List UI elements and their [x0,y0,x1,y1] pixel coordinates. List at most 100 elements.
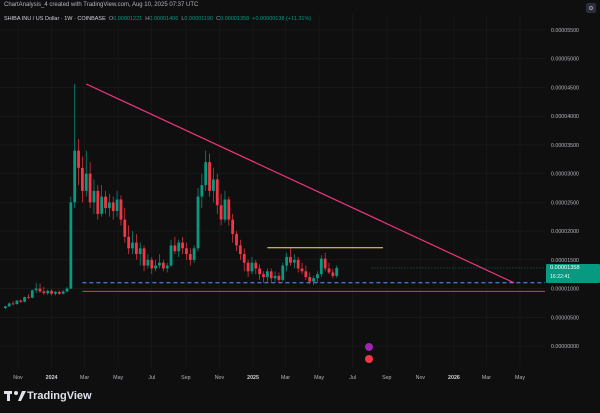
price-tick-label: 0.00000500 [551,315,579,321]
candle [73,84,77,209]
candle-body [15,300,19,305]
candle-body [319,258,323,275]
candle-body [312,278,315,282]
candle [34,282,38,294]
candle [227,196,231,226]
candle-body [134,242,138,255]
candle-body [323,258,327,269]
candle-body [123,219,127,237]
candle-body [327,268,331,273]
candle [327,262,331,275]
candle-body [65,288,69,292]
time-tick-label: Mar [482,375,491,381]
candle [3,305,7,310]
candle [92,179,96,214]
candle [15,300,19,305]
candle [212,167,215,203]
candle-body [208,162,211,191]
symbol-label[interactable]: SHIBA INU / US Dollar · 1W · COINBASE [4,16,106,22]
close-value: 0.00001358 [220,16,250,22]
candle [11,301,15,306]
candle [38,283,42,293]
candle [312,275,315,286]
candle [77,139,80,186]
candle-body [3,306,7,309]
candle [107,193,111,217]
candle [127,225,131,255]
candle [204,150,208,191]
candlestick-series [3,84,339,310]
candle [42,286,46,295]
candle-body [84,173,88,191]
event-marker-icon[interactable] [365,343,373,351]
candle-body [154,265,158,269]
price-chart[interactable]: 0.00000000 0.00000500 0.00001000 0.00001500… [0,0,600,413]
candle-body [177,242,181,252]
candle-body [192,248,196,260]
candle-body [57,291,61,294]
candle-body [242,254,246,263]
price-tick-label: 0.00002000 [551,229,579,235]
time-tick-label: 2025 [247,375,259,381]
candle-body [142,248,146,266]
candle-body [115,199,119,211]
candle-body [316,274,319,279]
candle [219,193,223,226]
candle [69,196,73,290]
candle-body [54,291,57,294]
time-tick-label: Nov [13,375,23,381]
candle [200,173,204,209]
candle-body [46,290,50,294]
candle [50,289,53,296]
candle [235,231,238,252]
candle-body [246,262,250,272]
brand-name[interactable]: TradingView [27,390,92,402]
time-tick-label: Nov [215,375,225,381]
candle-body [127,236,131,249]
tradingview-logo-icon[interactable] [4,389,26,403]
candle [258,264,262,280]
candle-body [11,303,15,305]
candle [173,236,177,255]
candle [185,242,188,260]
candle [215,173,219,214]
candle [246,259,250,278]
candle [323,252,327,272]
candle-body [150,259,154,269]
price-tick-label: 0.00004500 [551,85,579,91]
candle [265,268,269,282]
candle-body [119,199,123,220]
candle [30,289,34,299]
candle [181,236,184,255]
candle-body [258,268,262,275]
candle [46,289,50,295]
candle-body [158,262,161,266]
settings-icon[interactable] [586,3,596,13]
candle [19,299,23,303]
candle-body [227,199,231,220]
earnings-marker-icon[interactable] [365,355,373,363]
time-tick-label: May [314,375,324,381]
candle [27,294,30,299]
candle [165,262,169,273]
candle [273,271,277,282]
candle-body [19,300,23,302]
time-tick-label: 2026 [448,375,460,381]
candle [81,156,84,203]
candle [242,248,246,272]
candle [23,296,27,303]
candle [96,185,100,220]
price-tick-label: 0.00003500 [551,143,579,149]
candle [154,259,158,272]
candle-body [138,248,142,255]
candle [100,185,104,217]
candle [177,239,181,257]
candle-body [30,290,34,298]
candle [161,259,165,272]
price-axis: 0.00000000 0.00000500 0.00001000 0.00001500… [551,28,579,350]
candle-body [265,271,269,278]
candle [88,162,92,209]
chart-caption: ChartAnalysis_4 created with TradingView… [4,2,199,8]
candle [123,208,127,243]
time-tick-label: Sep [382,375,391,381]
